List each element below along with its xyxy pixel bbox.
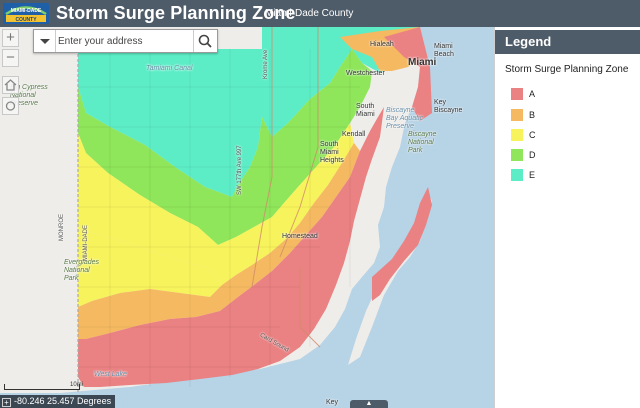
place-label-westchester: Westchester bbox=[346, 70, 385, 77]
place-label-biscayne-np: Biscayne National Park bbox=[408, 131, 437, 154]
app-header: MIAMI-DADE COUNTY Storm Surge Planning Z… bbox=[0, 0, 640, 27]
coordinate-readout: + -80.246 25.457 Degrees bbox=[0, 395, 116, 408]
place-label-krome-ave: Krome Ave bbox=[263, 49, 269, 79]
search-icon bbox=[198, 34, 212, 48]
app-title: Storm Surge Planning Zone bbox=[56, 3, 296, 23]
svg-text:COUNTY: COUNTY bbox=[15, 17, 37, 23]
place-label-key-largo: Key bbox=[326, 399, 339, 406]
legend-label-c: C bbox=[529, 130, 536, 140]
coordinate-value: -80.246 25.457 Degrees bbox=[14, 396, 112, 406]
address-search-input[interactable] bbox=[58, 30, 193, 52]
zoom-in-button[interactable]: + bbox=[2, 29, 19, 47]
place-label-south-miami-heights: South Miami Heights bbox=[320, 141, 344, 164]
home-button[interactable] bbox=[2, 76, 19, 94]
attribution-toggle[interactable]: ▲ bbox=[350, 400, 388, 408]
legend-panel: Legend Storm Surge Planning Zone A B C D… bbox=[494, 27, 640, 408]
scale-bar-label: 10mi bbox=[70, 382, 84, 388]
legend-swatch-a bbox=[511, 88, 523, 100]
locate-button[interactable] bbox=[2, 97, 19, 115]
legend-swatch-d bbox=[511, 149, 523, 161]
place-label-homestead: Homestead bbox=[282, 233, 318, 240]
legend-swatch-c bbox=[511, 129, 523, 141]
place-label-south-miami: South Miami bbox=[356, 103, 375, 118]
zoom-out-button[interactable]: − bbox=[2, 49, 19, 67]
place-label-key-biscayne: Key Biscayne bbox=[434, 99, 463, 114]
coordinate-toggle-icon[interactable]: + bbox=[2, 398, 11, 407]
locate-icon bbox=[5, 101, 16, 111]
svg-text:MIAMI-DADE: MIAMI-DADE bbox=[11, 8, 42, 14]
place-label-monroe: MONROE bbox=[59, 214, 65, 241]
place-label-west-lake: West Lake bbox=[94, 371, 127, 378]
home-icon bbox=[4, 79, 17, 91]
legend-header[interactable]: Legend bbox=[495, 30, 640, 54]
place-label-miami-beach: Miami Beach bbox=[434, 43, 454, 58]
place-label-ave-177: SW 177th Ave 997 bbox=[237, 145, 243, 195]
app-subtitle: Miami-Dade County bbox=[265, 8, 354, 19]
scale-bar bbox=[4, 384, 80, 390]
place-label-hialeah: Hialeah bbox=[370, 41, 394, 48]
legend-label-b: B bbox=[529, 110, 536, 120]
search-source-dropdown[interactable] bbox=[34, 30, 56, 52]
legend-label-d: D bbox=[529, 150, 536, 160]
place-label-biscayne-aquatic: Biscayne Bay Aquatic Preserve bbox=[386, 107, 424, 130]
map-view[interactable]: Hialeah Miami Beach Westchester Miami So… bbox=[0, 27, 494, 408]
legend-layer-title: Storm Surge Planning Zone bbox=[505, 64, 629, 75]
caret-down-icon bbox=[40, 39, 50, 44]
search-button[interactable] bbox=[193, 30, 217, 52]
place-label-tamiami-canal: Tamiami Canal bbox=[146, 65, 193, 72]
legend-label-a: A bbox=[529, 89, 536, 99]
county-logo-icon: MIAMI-DADE COUNTY bbox=[3, 3, 49, 24]
legend-label-e: E bbox=[529, 170, 536, 180]
place-label-kendall: Kendall bbox=[342, 131, 366, 138]
legend-swatch-b bbox=[511, 109, 523, 121]
storm-surge-map bbox=[0, 27, 494, 408]
legend-swatch-e bbox=[511, 169, 523, 181]
place-label-everglades-np: Everglades National Park bbox=[64, 259, 100, 282]
place-label-miami: Miami bbox=[408, 57, 437, 68]
address-search bbox=[33, 29, 218, 53]
place-label-county-line: MIAMI-DADE bbox=[83, 225, 89, 261]
